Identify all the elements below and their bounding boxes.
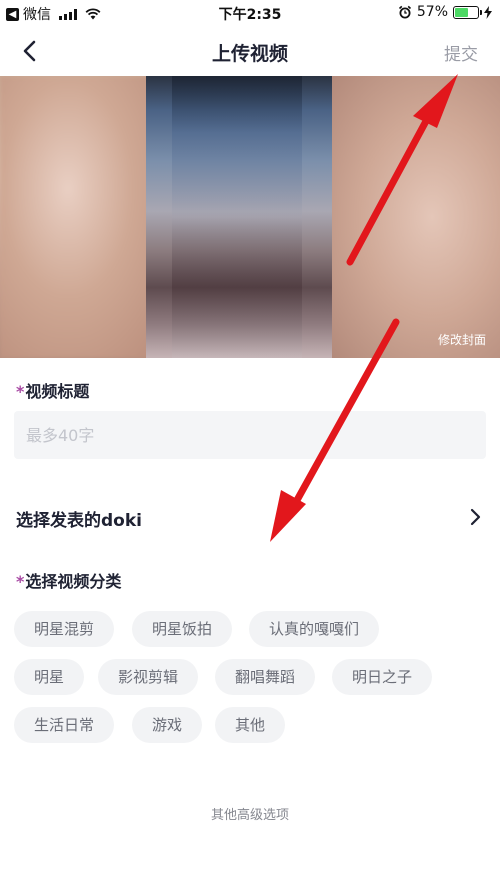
cover-blur-right xyxy=(330,76,500,358)
charging-bolt-icon xyxy=(484,5,492,19)
category-chip[interactable]: 游戏 xyxy=(132,707,203,743)
category-label: *选择视频分类 xyxy=(16,568,121,592)
required-mark: * xyxy=(16,382,25,401)
category-chip[interactable]: 明星饭拍 xyxy=(132,611,233,647)
category-chip[interactable]: 翻唱舞蹈 xyxy=(215,659,316,695)
battery-icon xyxy=(453,5,482,19)
video-cover-preview[interactable]: 修改封面 xyxy=(0,76,500,358)
status-right: 57% xyxy=(398,4,492,20)
select-doki-label: 选择发表的doki xyxy=(16,511,142,531)
battery-fill xyxy=(455,7,468,17)
submit-button[interactable]: 提交 xyxy=(444,40,478,65)
select-doki-row[interactable]: 选择发表的doki xyxy=(0,497,500,537)
category-chip[interactable]: 影视剪辑 xyxy=(98,659,199,695)
status-bar: ◀ 微信 下午2:35 57% xyxy=(0,0,500,26)
advanced-options-link[interactable]: 其他高级选项 xyxy=(0,804,500,823)
category-chip[interactable]: 明星 xyxy=(14,659,85,695)
category-chip[interactable]: 其他 xyxy=(215,707,286,743)
edit-cover-button[interactable]: 修改封面 xyxy=(438,331,486,348)
category-chip[interactable]: 明星混剪 xyxy=(14,611,115,647)
chevron-right-icon xyxy=(470,508,481,526)
category-chip[interactable]: 明日之子 xyxy=(332,659,433,695)
required-mark: * xyxy=(16,572,25,591)
category-chip[interactable]: 生活日常 xyxy=(14,707,115,743)
video-title-label: *视频标题 xyxy=(16,378,89,402)
category-chip[interactable]: 认真的嘎嘎们 xyxy=(249,611,380,647)
video-title-input[interactable] xyxy=(14,411,486,459)
cover-blur-left xyxy=(0,76,170,358)
cover-video-frame xyxy=(146,76,332,358)
nav-bar: 上传视频 提交 xyxy=(0,26,500,76)
battery-percent: 57% xyxy=(416,4,448,20)
category-label-text: 选择视频分类 xyxy=(25,572,122,591)
alarm-icon xyxy=(398,5,411,19)
video-title-label-text: 视频标题 xyxy=(25,382,90,401)
page-title: 上传视频 xyxy=(211,43,288,65)
